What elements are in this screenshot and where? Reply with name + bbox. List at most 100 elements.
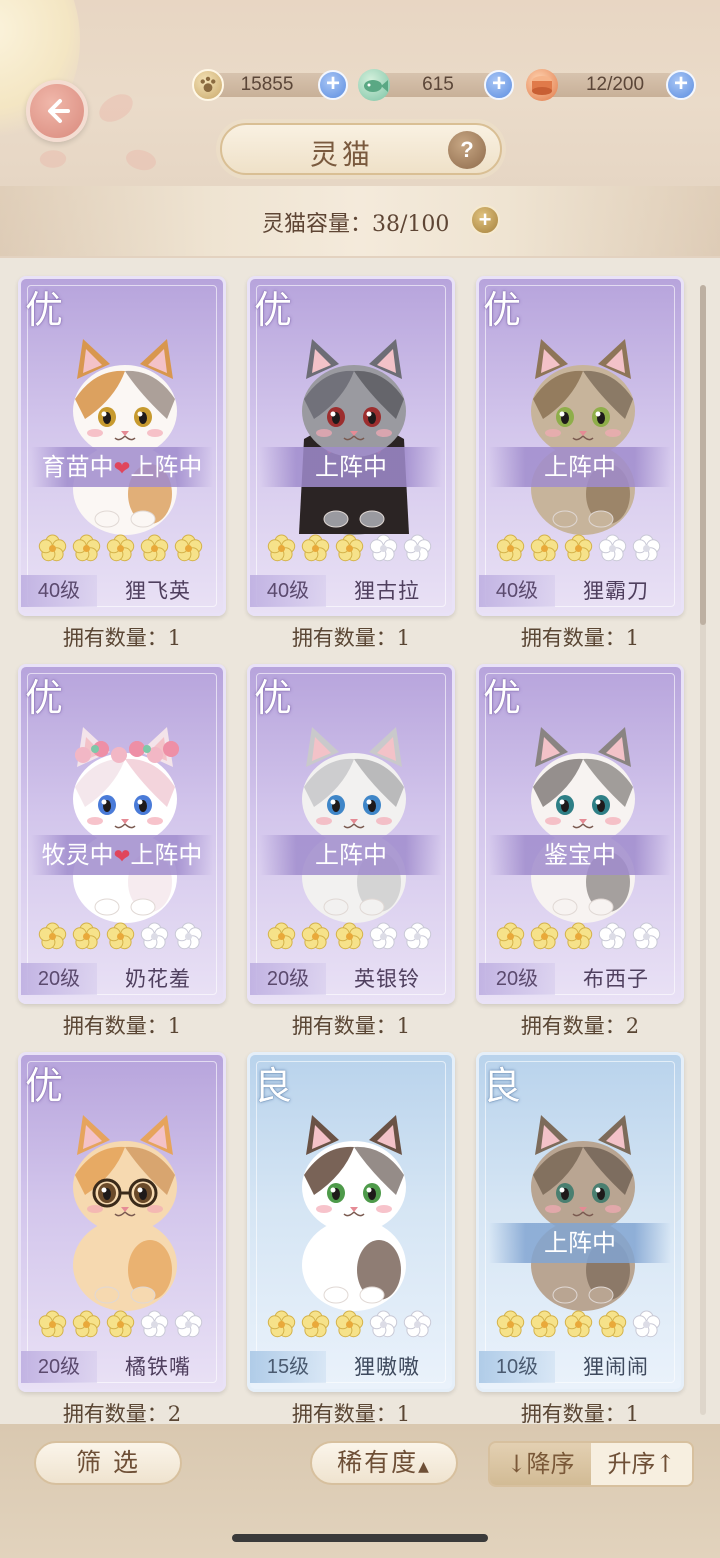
status-text: 牧灵中 [41, 841, 114, 869]
status-text: 鉴宝中 [544, 841, 616, 869]
cat-name: 英银铃 [354, 967, 420, 991]
status-banner: 牧灵中❤上阵中 [31, 835, 213, 875]
level-badge: 10级 [479, 1351, 555, 1383]
star-flower-filled-icon [529, 921, 560, 952]
owned-count: 拥有数量：1 [291, 1402, 411, 1424]
owned-count: 拥有数量：1 [291, 1014, 411, 1038]
back-button[interactable] [26, 80, 88, 142]
star-flower-empty-icon [597, 921, 628, 952]
sort-descending-button[interactable]: ↓降序 [490, 1443, 591, 1485]
cat-card[interactable]: 优 上阵中 20级 英银铃 [247, 664, 455, 1004]
heart-icon: ❤ [113, 844, 131, 868]
star-flower-empty-icon [597, 533, 628, 564]
cat-card[interactable]: 优 育苗中❤上阵中 40级 狸飞英 [18, 276, 226, 616]
help-button[interactable]: ? [448, 131, 486, 169]
star-flower-empty-icon [173, 1309, 204, 1340]
fish-leaf-icon [358, 69, 390, 101]
grade-badge: 优 [483, 288, 522, 332]
star-flower-filled-icon [563, 533, 594, 564]
caret-up-icon: ▲ [418, 1459, 431, 1475]
expand-capacity-button[interactable]: + [470, 205, 500, 235]
resource-value: 15855 [240, 74, 294, 95]
cat-card[interactable]: 优 鉴宝中 20级 布西子 [476, 664, 684, 1004]
star-flower-filled-icon [266, 921, 297, 952]
cat-portrait [284, 707, 424, 927]
star-flower-filled-icon [563, 1309, 594, 1340]
star-flower-filled-icon [37, 921, 68, 952]
star-flower-filled-icon [597, 1309, 628, 1340]
paw-coin-icon [192, 69, 224, 101]
resource-value: 615 [422, 74, 454, 95]
owned-count: 拥有数量：1 [62, 626, 182, 650]
cat-name: 布西子 [583, 967, 649, 991]
add-can-food-button[interactable]: + [666, 70, 696, 100]
cat-card[interactable]: 优 牧灵中❤上阵中 20级 奶花羞 [18, 664, 226, 1004]
status-banner: 上阵中 [260, 447, 442, 487]
petal-decoration [38, 147, 68, 171]
status-text: 上阵中 [315, 841, 387, 869]
cat-card[interactable]: 优 上阵中 40级 狸古拉 [247, 276, 455, 616]
star-flower-empty-icon [402, 1309, 433, 1340]
level-badge: 20级 [250, 963, 326, 995]
star-flower-filled-icon [139, 533, 170, 564]
grade-badge: 优 [25, 288, 64, 332]
level-badge: 20级 [21, 1351, 97, 1383]
star-flower-filled-icon [529, 533, 560, 564]
sort-order-toggle: ↓降序 升序↑ [488, 1441, 694, 1487]
arrow-left-icon [48, 99, 70, 123]
cat-portrait [55, 707, 195, 927]
star-flower-filled-icon [266, 533, 297, 564]
resource-can-food: 12/200 + [526, 69, 696, 101]
star-flower-empty-icon [631, 533, 662, 564]
cat-portrait [55, 1095, 195, 1315]
add-paw-coin-button[interactable]: + [318, 70, 348, 100]
star-rating [37, 1309, 204, 1341]
star-flower-empty-icon [402, 533, 433, 564]
scrollbar-thumb[interactable] [700, 285, 706, 625]
rarity-sort-button[interactable]: 稀有度▲ [310, 1441, 458, 1485]
scrollbar[interactable] [700, 285, 706, 1415]
star-flower-empty-icon [139, 921, 170, 952]
cat-card[interactable]: 良 上阵中 10级 狸闹闹 [476, 1052, 684, 1392]
star-flower-filled-icon [105, 1309, 136, 1340]
star-rating [266, 921, 433, 953]
grade-badge: 优 [483, 676, 522, 720]
grade-badge: 良 [483, 1064, 522, 1108]
cat-portrait [284, 319, 424, 539]
level-badge: 40级 [21, 575, 97, 607]
level-badge: 20级 [479, 963, 555, 995]
petal-decoration [123, 144, 159, 176]
star-flower-filled-icon [300, 533, 331, 564]
star-flower-filled-icon [495, 921, 526, 952]
petal-decoration [94, 90, 138, 126]
question-icon: ? [460, 137, 474, 162]
level-badge: 15级 [250, 1351, 326, 1383]
star-flower-filled-icon [495, 533, 526, 564]
star-rating [495, 1309, 662, 1341]
star-flower-empty-icon [368, 921, 399, 952]
cat-card[interactable]: 优 20级 橘铁嘴 [18, 1052, 226, 1392]
cat-card[interactable]: 优 上阵中 40级 狸霸刀 [476, 276, 684, 616]
level-badge: 20级 [21, 963, 97, 995]
title-plate: 灵猫 ? [220, 123, 502, 175]
status-text: 上阵中 [544, 1229, 616, 1257]
star-rating [266, 1309, 433, 1341]
star-rating [266, 533, 433, 565]
owned-count: 拥有数量：1 [291, 626, 411, 650]
plus-icon: + [478, 207, 492, 232]
star-flower-filled-icon [495, 1309, 526, 1340]
status-text-secondary: 上阵中 [130, 453, 203, 481]
star-rating [495, 921, 662, 953]
status-banner: 上阵中 [489, 447, 671, 487]
status-text: 上阵中 [544, 453, 616, 481]
star-flower-filled-icon [334, 1309, 365, 1340]
star-flower-filled-icon [71, 921, 102, 952]
add-fish-leaf-button[interactable]: + [484, 70, 514, 100]
home-indicator[interactable] [232, 1534, 488, 1542]
sort-ascending-button[interactable]: 升序↑ [591, 1443, 692, 1485]
star-flower-filled-icon [529, 1309, 560, 1340]
grade-badge: 优 [254, 676, 293, 720]
cat-card[interactable]: 良 15级 狸嗷嗷 [247, 1052, 455, 1392]
filter-button[interactable]: 筛 选 [34, 1441, 182, 1485]
cat-name: 狸古拉 [354, 579, 420, 603]
